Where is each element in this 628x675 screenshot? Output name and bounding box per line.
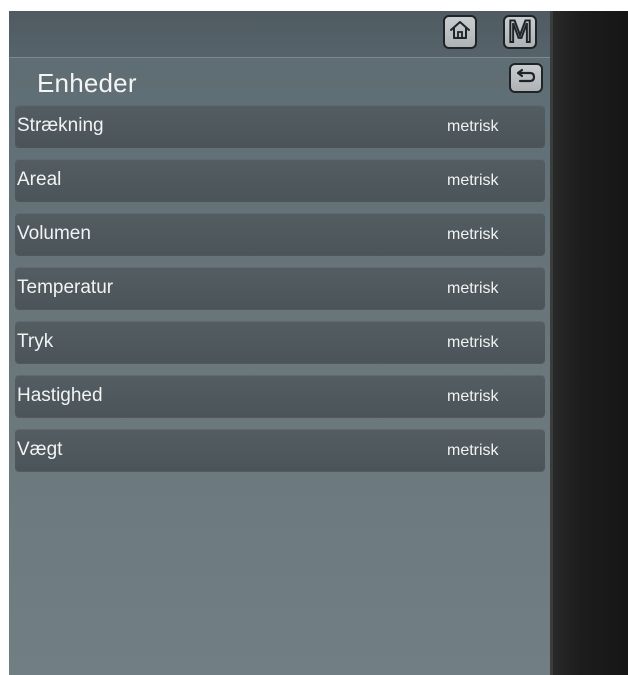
mode-label: M: [506, 14, 533, 49]
unit-label: Hastighed: [17, 385, 103, 406]
unit-row-temperatur[interactable]: Temperatur metrisk: [15, 267, 545, 309]
bezel-edge: [550, 11, 553, 675]
unit-value: metrisk: [447, 388, 499, 405]
top-bar: M: [9, 11, 550, 57]
mode-button[interactable]: M: [503, 15, 537, 49]
page-header: Enheder: [9, 57, 550, 104]
device-bezel: [550, 11, 628, 675]
home-button[interactable]: [443, 15, 477, 49]
back-button[interactable]: [509, 63, 543, 93]
unit-value: metrisk: [447, 172, 499, 189]
unit-row-hastighed[interactable]: Hastighed metrisk: [15, 375, 545, 417]
home-icon: [449, 19, 471, 46]
unit-label: Vægt: [17, 439, 63, 460]
unit-value: metrisk: [447, 334, 499, 351]
unit-row-straekning[interactable]: Strækning metrisk: [15, 105, 545, 147]
device-screen: M Enheder Strækning metrisk Areal metris…: [9, 11, 550, 675]
unit-label: Temperatur: [17, 277, 114, 298]
unit-row-volumen[interactable]: Volumen metrisk: [15, 213, 545, 255]
unit-row-areal[interactable]: Areal metrisk: [15, 159, 545, 201]
unit-value: metrisk: [447, 226, 499, 243]
unit-value: metrisk: [447, 280, 499, 297]
unit-row-vaegt[interactable]: Vægt metrisk: [15, 429, 545, 471]
unit-label: Strækning: [17, 115, 104, 136]
units-list: Strækning metrisk Areal metrisk Volumen …: [15, 105, 545, 483]
unit-label: Volumen: [17, 223, 91, 244]
back-arrow-icon: [515, 67, 537, 90]
unit-value: metrisk: [447, 118, 499, 135]
page-title: Enheder: [37, 68, 137, 98]
unit-label: Tryk: [17, 331, 54, 352]
unit-value: metrisk: [447, 442, 499, 459]
unit-row-tryk[interactable]: Tryk metrisk: [15, 321, 545, 363]
unit-label: Areal: [17, 169, 62, 190]
